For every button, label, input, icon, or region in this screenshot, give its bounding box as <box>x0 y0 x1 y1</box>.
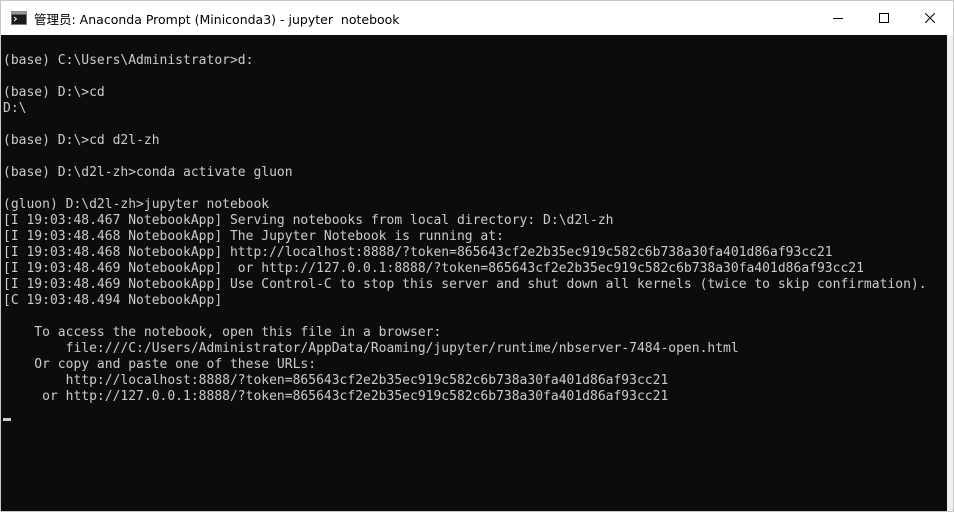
maximize-button[interactable] <box>861 1 907 35</box>
console-line: http://localhost:8888/?token=865643cf2e2… <box>3 373 669 388</box>
console-line: [I 19:03:48.468 NotebookApp] The Jupyter… <box>3 229 504 244</box>
minimize-button[interactable] <box>815 1 861 35</box>
window-title: 管理员: Anaconda Prompt (Miniconda3) - jupy… <box>34 11 400 27</box>
console-icon <box>11 11 27 25</box>
vertical-scrollbar[interactable] <box>947 35 953 511</box>
console-line: [I 19:03:48.469 NotebookApp] or http://1… <box>3 261 864 276</box>
console-line: [I 19:03:48.467 NotebookApp] Serving not… <box>3 213 614 228</box>
console-line: (base) D:\>cd <box>3 85 105 100</box>
cursor-line <box>1 405 947 421</box>
maximize-icon <box>879 13 889 23</box>
console-output[interactable]: (base) C:\Users\Administrator>d: (base) … <box>1 35 947 511</box>
minimize-icon <box>833 18 843 19</box>
console-line: D:\ <box>3 101 27 116</box>
close-icon <box>925 13 935 23</box>
console-line: or http://127.0.0.1:8888/?token=865643cf… <box>3 389 669 404</box>
close-button[interactable] <box>907 1 953 35</box>
window-controls <box>815 1 953 35</box>
console-line: (base) D:\>cd d2l-zh <box>3 133 160 148</box>
console-line: Or copy and paste one of these URLs: <box>3 357 317 372</box>
console-line: To access the notebook, open this file i… <box>3 325 442 340</box>
text-cursor <box>3 418 11 421</box>
console-line: [I 19:03:48.469 NotebookApp] Use Control… <box>3 277 927 292</box>
console-line: [C 19:03:48.494 NotebookApp] <box>3 293 223 308</box>
console-line: (gluon) D:\d2l-zh>jupyter notebook <box>3 197 270 212</box>
terminal-window: 管理员: Anaconda Prompt (Miniconda3) - jupy… <box>0 0 954 512</box>
console-line: (base) C:\Users\Administrator>d: <box>3 53 254 68</box>
console-line: [I 19:03:48.468 NotebookApp] http://loca… <box>3 245 833 260</box>
console-line: (base) D:\d2l-zh>conda activate gluon <box>3 165 293 180</box>
title-bar[interactable]: 管理员: Anaconda Prompt (Miniconda3) - jupy… <box>1 1 953 35</box>
console-line: file:///C:/Users/Administrator/AppData/R… <box>3 341 739 356</box>
